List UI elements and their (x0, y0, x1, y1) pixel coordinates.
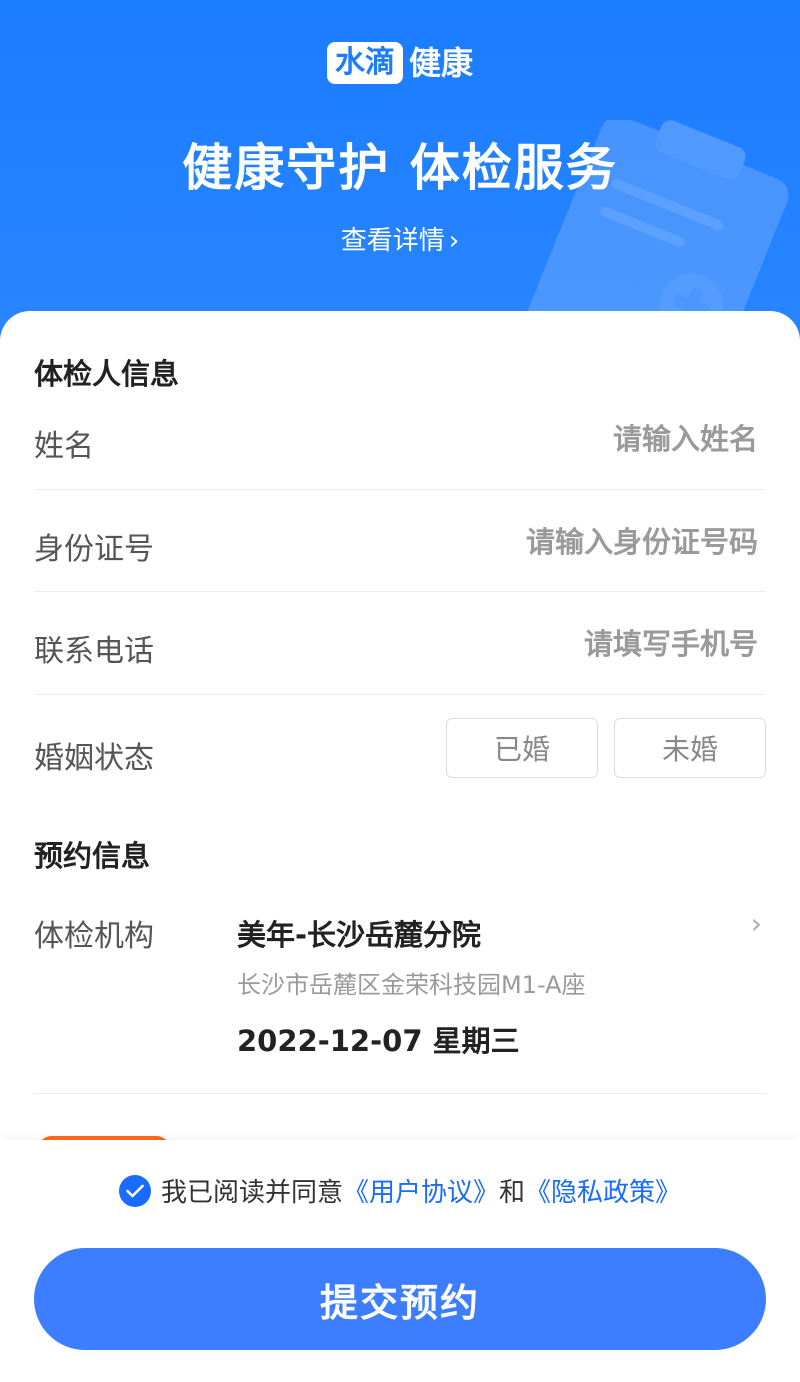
chevron-right-icon: › (448, 226, 460, 256)
name-row: 姓名 (34, 391, 766, 490)
name-label: 姓名 (34, 429, 94, 464)
phone-row: 联系电话 (34, 592, 766, 695)
name-input[interactable] (336, 421, 760, 457)
logo-badge: 水滴 (326, 42, 403, 84)
page-title: 健康守护 体检服务 (182, 139, 618, 197)
agree-text: 我已阅读并同意 (160, 1178, 343, 1208)
phone-input[interactable] (336, 626, 760, 662)
institution-row[interactable]: 体检机构 美年-长沙岳麓分院 长沙市岳麓区金荣科技园M1-A座 2022-12-… (34, 881, 766, 1094)
agreement-row: 我已阅读并同意 《用户协议》 和 《隐私政策》 (0, 1172, 800, 1209)
hero-banner: 水滴 健康 健康守护 体检服务 查看详情 › (0, 0, 800, 360)
check-circle-icon[interactable] (118, 1174, 151, 1207)
institution-label: 体检机构 (34, 919, 154, 954)
institution-address: 长沙市岳麓区金荣科技园M1-A座 (237, 971, 586, 999)
logo-text: 健康 (408, 44, 473, 82)
married-option-button[interactable]: 已婚 (446, 718, 598, 778)
marital-label: 婚姻状态 (34, 741, 154, 776)
phone-label: 联系电话 (34, 634, 154, 669)
chevron-right-icon: › (750, 907, 762, 940)
institution-name: 美年-长沙岳麓分院 (237, 918, 482, 952)
submit-booking-button[interactable]: 提交预约 (34, 1248, 766, 1350)
app-logo: 水滴 健康 (0, 42, 800, 84)
privacy-policy-link[interactable]: 《隐私政策》 (525, 1172, 681, 1209)
examinee-section-title: 体检人信息 (34, 357, 180, 391)
view-details-label: 查看详情 (340, 226, 445, 256)
id-number-input[interactable] (336, 524, 760, 560)
unmarried-option-button[interactable]: 未婚 (614, 718, 766, 778)
bottom-bar: 我已阅读并同意 《用户协议》 和 《隐私政策》 提交预约 (0, 1140, 800, 1382)
user-agreement-link[interactable]: 《用户协议》 (343, 1172, 499, 1209)
exam-date: 2022-12-07 星期三 (237, 1024, 520, 1058)
view-details-link[interactable]: 查看详情 › (0, 220, 800, 257)
id-label: 身份证号 (34, 532, 154, 567)
marital-row: 婚姻状态 已婚 未婚 (34, 695, 766, 793)
agree-and-text: 和 (499, 1178, 526, 1208)
booking-section-title: 预约信息 (34, 839, 151, 873)
id-row: 身份证号 (34, 490, 766, 592)
